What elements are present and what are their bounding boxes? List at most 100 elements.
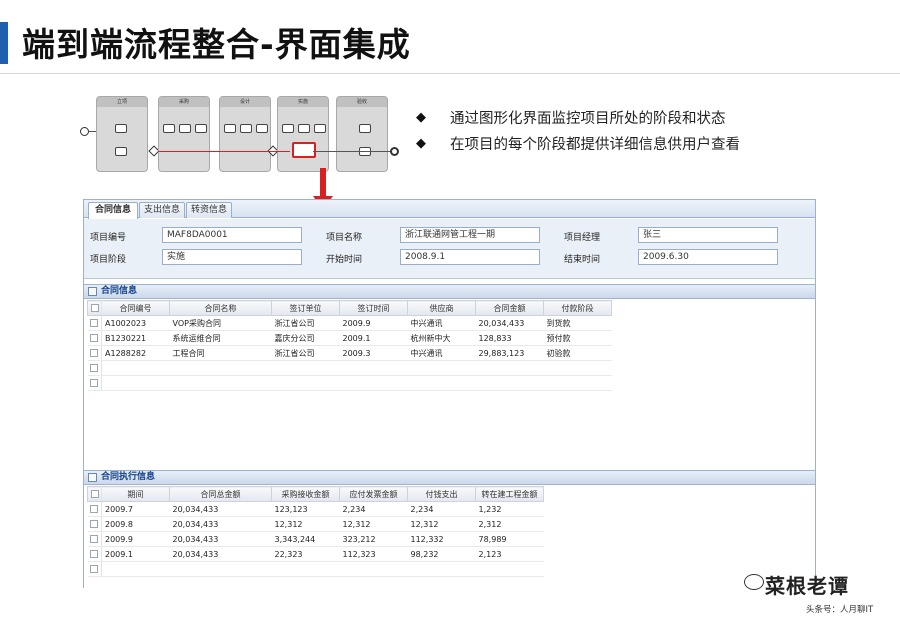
- table-row[interactable]: B1230221 系统运维合同 嘉庆分公司 2009.1 杭州新中大 128,8…: [87, 330, 612, 346]
- current-stage-highlight: [292, 142, 316, 158]
- diamond-bullet-icon: ◆: [416, 135, 426, 151]
- table-cell: 初验款: [543, 345, 612, 361]
- row-checkbox[interactable]: [87, 330, 102, 346]
- column-header[interactable]: 合同金额: [475, 300, 544, 316]
- table-cell: 12,312: [407, 516, 476, 532]
- table-row[interactable]: 2009.8 20,034,433 12,312 12,312 12,312 2…: [87, 516, 544, 532]
- table-header-row: 合同编号 合同名称 签订单位 签订时间 供应商 合同金额 付款阶段: [87, 300, 612, 316]
- row-checkbox[interactable]: [87, 315, 102, 331]
- table-row[interactable]: A1002023 VOP采购合同 浙江省公司 2009.9 中兴通讯 20,03…: [87, 315, 612, 331]
- wechat-icon: [744, 574, 764, 590]
- tab-transfer-info[interactable]: 转资信息: [186, 202, 232, 218]
- project-form: 项目编号 MAF8DA0001 项目名称 浙江联通网管工程一期 项目经理 张三 …: [84, 219, 815, 279]
- table-row[interactable]: [87, 561, 544, 577]
- column-header[interactable]: 供应商: [407, 300, 476, 316]
- table-row[interactable]: 2009.1 20,034,433 22,323 112,323 98,232 …: [87, 546, 544, 562]
- task-node: [179, 124, 191, 133]
- task-node: [314, 124, 326, 133]
- table-cell: 杭州新中大: [407, 330, 476, 346]
- empty-cell: [101, 360, 612, 376]
- manager-label: 项目经理: [564, 233, 601, 243]
- column-header[interactable]: 期间: [101, 486, 170, 502]
- row-checkbox[interactable]: [87, 546, 102, 562]
- table-cell: 12,312: [271, 516, 340, 532]
- table-cell: 工程合同: [169, 345, 272, 361]
- end-date-label: 结束时间: [564, 255, 601, 265]
- column-header[interactable]: 合同总金额: [169, 486, 272, 502]
- column-header[interactable]: 付钱支出: [407, 486, 476, 502]
- table-cell: 112,332: [407, 531, 476, 547]
- project-name-field[interactable]: 浙江联通网管工程一期: [400, 227, 540, 243]
- table-cell: 20,034,433: [169, 546, 272, 562]
- row-checkbox[interactable]: [87, 360, 102, 376]
- column-header[interactable]: 付款阶段: [543, 300, 612, 316]
- table-row[interactable]: 2009.9 20,034,433 3,343,244 323,212 112,…: [87, 531, 544, 547]
- row-checkbox[interactable]: [87, 375, 102, 391]
- section-header: 合同执行信息: [84, 470, 815, 485]
- end-date-field[interactable]: 2009.6.30: [638, 249, 778, 265]
- end-event-icon: [390, 147, 399, 156]
- task-node: [240, 124, 252, 133]
- lane-procurement: 采购: [158, 96, 210, 172]
- table-cell: 2,312: [475, 516, 544, 532]
- column-header[interactable]: 签订时间: [339, 300, 408, 316]
- task-node: [163, 124, 175, 133]
- table-cell: 22,323: [271, 546, 340, 562]
- row-checkbox[interactable]: [87, 501, 102, 517]
- column-header[interactable]: 采购接收金额: [271, 486, 340, 502]
- down-arrow-icon: [320, 168, 326, 198]
- table-cell: A1002023: [101, 315, 170, 331]
- bullet-item: ◆ 在项目的每个阶段都提供详细信息供用户查看: [416, 130, 740, 156]
- table-cell: 123,123: [271, 501, 340, 517]
- task-node: [359, 124, 371, 133]
- lane-initiation: 立项: [96, 96, 148, 172]
- tab-contract-info[interactable]: 合同信息: [88, 202, 138, 219]
- project-no-field[interactable]: MAF8DA0001: [162, 227, 302, 243]
- row-checkbox[interactable]: [87, 345, 102, 361]
- table-header-row: 期间 合同总金额 采购接收金额 应付发票金额 付钱支出 转在建工程金额: [87, 486, 544, 502]
- table-cell: VOP采购合同: [169, 315, 272, 331]
- table-cell: A1288282: [101, 345, 170, 361]
- lane-acceptance: 验收: [336, 96, 388, 172]
- table-cell: 系统运维合同: [169, 330, 272, 346]
- column-header[interactable]: 合同名称: [169, 300, 272, 316]
- task-node: [115, 147, 127, 156]
- select-all-checkbox[interactable]: [87, 300, 102, 316]
- column-header[interactable]: 签订单位: [271, 300, 340, 316]
- select-all-checkbox[interactable]: [87, 486, 102, 502]
- table-cell: 2,234: [407, 501, 476, 517]
- task-node: [115, 124, 127, 133]
- contract-window: 合同信息 支出信息 转资信息 项目编号 MAF8DA0001 项目名称 浙江联通…: [83, 199, 816, 588]
- stage-field[interactable]: 实施: [162, 249, 302, 265]
- table-cell: 3,343,244: [271, 531, 340, 547]
- row-checkbox[interactable]: [87, 516, 102, 532]
- table-cell: 中兴通讯: [407, 345, 476, 361]
- table-cell: 20,034,433: [169, 516, 272, 532]
- row-checkbox[interactable]: [87, 531, 102, 547]
- table-row[interactable]: 2009.7 20,034,433 123,123 2,234 2,234 1,…: [87, 501, 544, 517]
- start-date-field[interactable]: 2008.9.1: [400, 249, 540, 265]
- start-date-label: 开始时间: [326, 255, 363, 265]
- task-node: [195, 124, 207, 133]
- slide: 端到端流程整合-界面集成 立项 采购 设计 实施 验收 ◆ 通过图形化界面监控项…: [0, 0, 900, 623]
- table-cell: 2009.8: [101, 516, 170, 532]
- lane-title: 采购: [159, 97, 209, 107]
- column-header[interactable]: 合同编号: [101, 300, 170, 316]
- table-cell: 98,232: [407, 546, 476, 562]
- table-cell: 2009.3: [339, 345, 408, 361]
- bullet-item: ◆ 通过图形化界面监控项目所处的阶段和状态: [416, 104, 740, 130]
- manager-field[interactable]: 张三: [638, 227, 778, 243]
- table-cell: 2009.9: [339, 315, 408, 331]
- column-header[interactable]: 应付发票金额: [339, 486, 408, 502]
- table-cell: 浙江省公司: [271, 315, 340, 331]
- table-row[interactable]: [87, 375, 612, 391]
- tab-expense-info[interactable]: 支出信息: [139, 202, 185, 218]
- table-row[interactable]: A1288282 工程合同 浙江省公司 2009.3 中兴通讯 29,883,1…: [87, 345, 612, 361]
- row-checkbox[interactable]: [87, 561, 102, 577]
- table-cell: 2009.9: [101, 531, 170, 547]
- title-accent-bar: [0, 22, 8, 64]
- table-row[interactable]: [87, 360, 612, 376]
- table-cell: 预付款: [543, 330, 612, 346]
- column-header[interactable]: 转在建工程金额: [475, 486, 544, 502]
- bullet-text: 在项目的每个阶段都提供详细信息供用户查看: [450, 136, 740, 153]
